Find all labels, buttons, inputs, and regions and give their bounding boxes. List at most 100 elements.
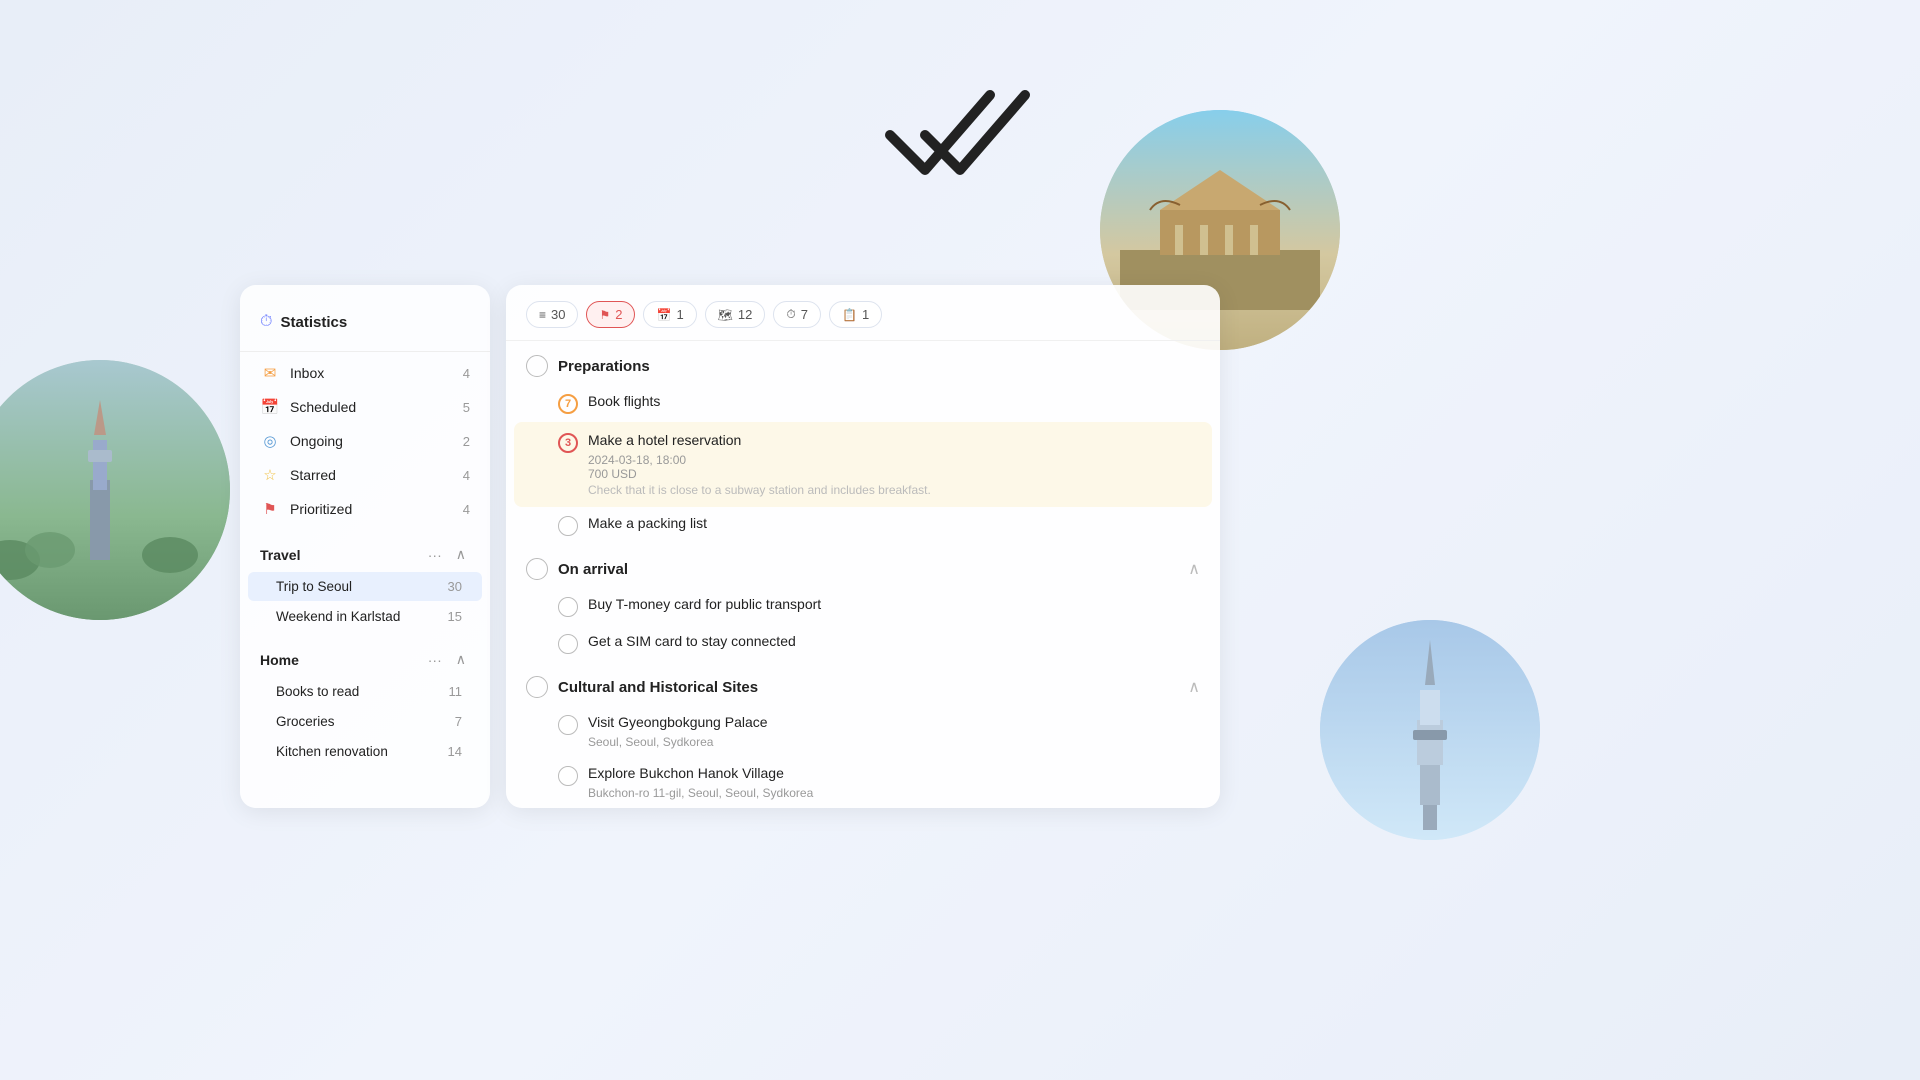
t-money-checkbox[interactable] [558,597,578,617]
starred-label: Starred [290,467,336,483]
stats-icon: ⏱ [260,313,272,331]
starred-icon: ☆ [260,466,280,484]
sidebar-item-kitchen-renovation[interactable]: Kitchen renovation 14 [248,737,482,766]
inbox-label: Inbox [290,365,324,381]
task-bukchon[interactable]: Explore Bukchon Hanok Village Bukchon-ro… [526,757,1200,808]
trip-to-seoul-label: Trip to Seoul [276,579,352,594]
task-gyeongbokgung[interactable]: Visit Gyeongbokgung Palace Seoul, Seoul,… [526,706,1200,757]
bukchon-meta: Bukchon-ro 11-gil, Seoul, Seoul, Sydkore… [588,786,1200,800]
hotel-reservation-badge: 3 [558,433,578,453]
travel-group-title: Travel [260,547,300,563]
filter-chip-all-count: 30 [551,307,565,322]
groceries-count: 7 [455,714,462,729]
hotel-reservation-note: Check that it is close to a subway stati… [588,483,1200,497]
cultural-collapse-btn[interactable]: ∧ [1188,677,1200,697]
task-book-flights[interactable]: 7 Book flights [526,385,1200,422]
filter-chip-calendar[interactable]: 📋 1 [829,301,882,328]
scheduled-icon: 📅 [260,398,280,416]
trip-to-seoul-count: 30 [448,579,462,594]
sidebar-item-weekend-karlstad[interactable]: Weekend in Karlstad 15 [248,602,482,631]
section-on-arrival-header: On arrival ∧ [526,544,1200,588]
bukchon-checkbox[interactable] [558,766,578,786]
home-group-title: Home [260,652,299,668]
weekend-karlstad-count: 15 [448,609,462,624]
stats-label: Statistics [280,314,347,331]
ongoing-label: Ongoing [290,433,343,449]
on-arrival-collapse-btn[interactable]: ∧ [1188,559,1200,579]
priority-icon: ⚑ [599,308,610,322]
filter-chip-time-count: 7 [801,307,808,322]
sidebar-divider [240,351,490,352]
map-icon: 🗺 [718,308,733,322]
travel-group: Travel ··· ∧ Trip to Seoul 30 Weekend in… [240,538,490,631]
scheduled-label: Scheduled [290,399,356,415]
sidebar-item-prioritized[interactable]: ⚑ Prioritized 4 [240,492,490,526]
travel-group-more-btn[interactable]: ··· [424,544,446,565]
filter-chip-time[interactable]: ⏱ 7 [773,301,821,328]
filter-chip-priority-count: 2 [615,307,622,322]
task-packing-list[interactable]: Make a packing list [526,507,1200,544]
sidebar-item-trip-to-seoul[interactable]: Trip to Seoul 30 [248,572,482,601]
prioritized-count: 4 [463,502,470,517]
section-preparations-header: Preparations [526,341,1200,385]
sim-card-title: Get a SIM card to stay connected [588,633,796,649]
filter-bar: ≡ 30 ⚑ 2 📅 1 🗺 12 ⏱ 7 📋 1 [506,285,1220,341]
bg-circle-right-bottom [1320,620,1540,840]
groceries-label: Groceries [276,714,335,729]
section-cultural-header: Cultural and Historical Sites ∧ [526,662,1200,706]
section-cultural-circle [526,676,548,698]
section-preparations-title: Preparations [558,358,650,375]
task-hotel-reservation[interactable]: 3 Make a hotel reservation 2024-03-18, 1… [514,422,1212,507]
prioritized-icon: ⚑ [260,500,280,518]
inbox-count: 4 [463,366,470,381]
filter-chip-map-count: 12 [738,307,752,322]
inbox-icon: ✉ [260,364,280,382]
weekend-karlstad-label: Weekend in Karlstad [276,609,400,624]
home-group-more-btn[interactable]: ··· [424,649,446,670]
ongoing-icon: ◎ [260,432,280,450]
sidebar-item-inbox[interactable]: ✉ Inbox 4 [240,356,490,390]
sidebar-item-ongoing[interactable]: ◎ Ongoing 2 [240,424,490,458]
packing-list-title: Make a packing list [588,515,707,531]
sidebar: ⏱ Statistics ✉ Inbox 4 📅 Scheduled 5 ◎ O… [240,285,490,808]
task-t-money[interactable]: Buy T-money card for public transport [526,588,1200,625]
scheduled-filter-icon: 📅 [656,308,671,322]
calendar-icon: 📋 [842,308,857,322]
filter-chip-scheduled-count: 1 [676,307,683,322]
scheduled-count: 5 [463,400,470,415]
book-flights-title: Book flights [588,393,660,409]
travel-group-collapse-btn[interactable]: ∧ [452,544,470,565]
filter-chip-priority[interactable]: ⚑ 2 [586,301,635,328]
hotel-reservation-meta: 2024-03-18, 18:00700 USD [588,453,1200,481]
main-container: ⏱ Statistics ✉ Inbox 4 📅 Scheduled 5 ◎ O… [240,285,1220,808]
sidebar-item-groceries[interactable]: Groceries 7 [248,707,482,736]
sim-card-checkbox[interactable] [558,634,578,654]
gyeongbokgung-title: Visit Gyeongbokgung Palace [588,714,768,730]
sidebar-item-scheduled[interactable]: 📅 Scheduled 5 [240,390,490,424]
prioritized-label: Prioritized [290,501,352,517]
section-cultural-title: Cultural and Historical Sites [558,679,758,696]
sidebar-item-books-to-read[interactable]: Books to read 11 [248,677,482,706]
bukchon-title: Explore Bukchon Hanok Village [588,765,784,781]
gyeongbokgung-meta: Seoul, Seoul, Sydkorea [588,735,1200,749]
book-flights-badge: 7 [558,394,578,414]
travel-group-header: Travel ··· ∧ [240,538,490,571]
kitchen-renovation-count: 14 [448,744,462,759]
section-on-arrival-title: On arrival [558,561,628,578]
filter-chip-map[interactable]: 🗺 12 [705,301,766,328]
time-icon: ⏱ [786,307,795,322]
task-list: Preparations 7 Book flights 3 Make a hot… [506,341,1220,808]
section-preparations-circle [526,355,548,377]
starred-count: 4 [463,468,470,483]
filter-chip-all[interactable]: ≡ 30 [526,301,578,328]
home-group-collapse-btn[interactable]: ∧ [452,649,470,670]
filter-chip-scheduled[interactable]: 📅 1 [643,301,696,328]
task-sim-card[interactable]: Get a SIM card to stay connected [526,625,1200,662]
bg-circle-left [0,360,230,620]
home-group-header: Home ··· ∧ [240,643,490,676]
sidebar-item-starred[interactable]: ☆ Starred 4 [240,458,490,492]
sidebar-stats-item[interactable]: ⏱ Statistics [240,305,490,347]
packing-list-checkbox[interactable] [558,516,578,536]
gyeongbokgung-checkbox[interactable] [558,715,578,735]
ongoing-count: 2 [463,434,470,449]
